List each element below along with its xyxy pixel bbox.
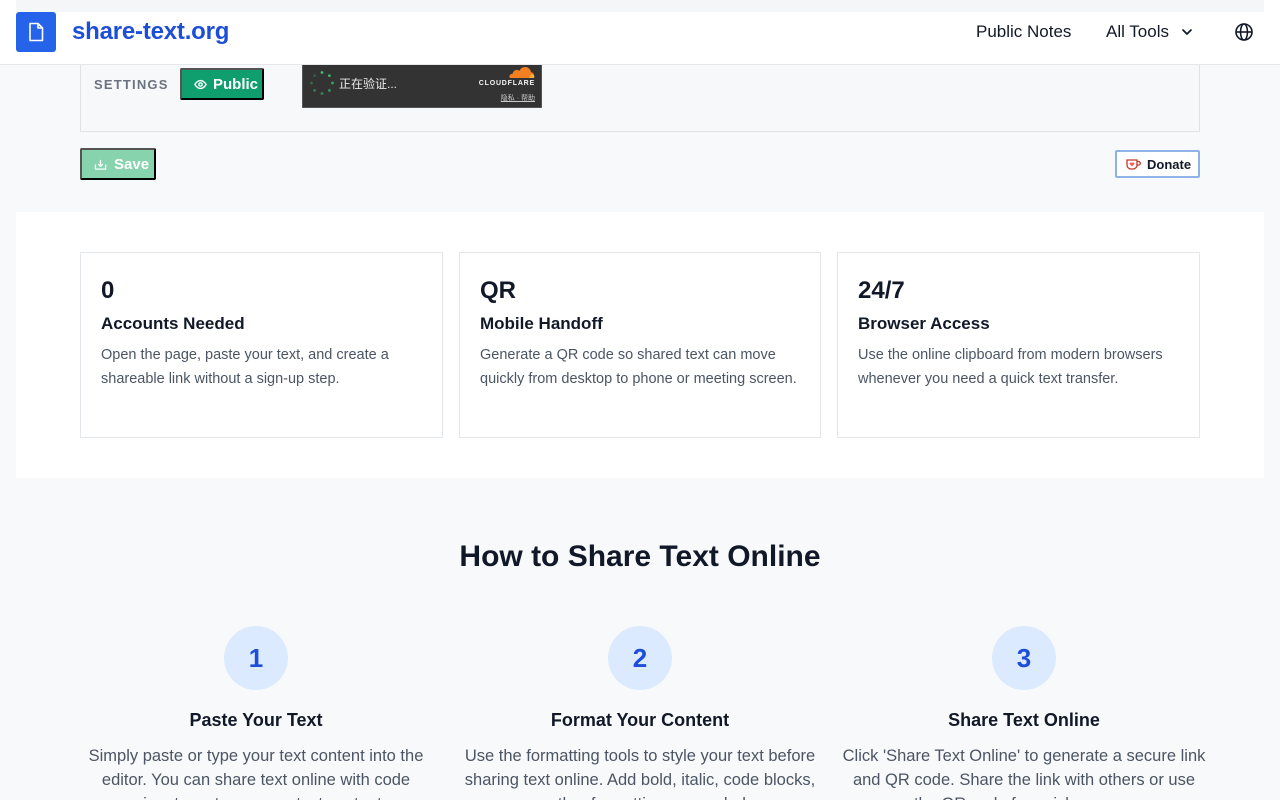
step-number-badge: 1: [224, 626, 288, 690]
cloudflare-cloud-icon: [509, 66, 535, 78]
stat-value: 24/7: [858, 277, 905, 304]
globe-icon: [1235, 23, 1253, 41]
stat-card-accounts: 0 Accounts Needed Open the page, paste y…: [80, 252, 443, 438]
stat-value: 0: [101, 277, 115, 304]
save-button[interactable]: Save: [80, 148, 156, 180]
visibility-public-button[interactable]: Public: [180, 68, 264, 100]
stat-title: Mobile Handoff: [480, 314, 603, 333]
stat-description: Open the page, paste your text, and crea…: [101, 347, 389, 387]
document-icon: [29, 22, 44, 42]
step-description: Click 'Share Text Online' to generate a …: [842, 747, 1206, 800]
nav-all-tools-dropdown[interactable]: All Tools: [1094, 10, 1216, 54]
kofi-cup-icon: [1126, 158, 1141, 170]
logo[interactable]: [16, 12, 56, 52]
chevron-down-icon: [1182, 29, 1192, 35]
site-header: share-text.org Public Notes All Tools: [0, 0, 1280, 65]
save-label: Save: [114, 155, 150, 173]
nav-public-notes[interactable]: Public Notes: [976, 22, 1071, 42]
stat-title: Accounts Needed: [101, 314, 245, 333]
language-button[interactable]: [1224, 12, 1264, 52]
stat-card-qr: QR Mobile Handoff Generate a QR code so …: [459, 252, 821, 438]
step-title: Format Your Content: [550, 710, 730, 730]
howto-step-3: 3 Share Text Online Click 'Share Text On…: [840, 626, 1208, 800]
stat-description: Generate a QR code so shared text can mo…: [480, 347, 797, 387]
stat-value: QR: [480, 277, 516, 304]
stat-title: Browser Access: [858, 314, 990, 333]
step-number-badge: 2: [608, 626, 672, 690]
howto-step-1: 1 Paste Your Text Simply paste or type y…: [72, 626, 440, 800]
step-number-badge: 3: [992, 626, 1056, 690]
howto-title: How to Share Text Online: [459, 540, 821, 573]
captcha-links[interactable]: 隐私 · 帮助: [501, 93, 535, 103]
spinner-icon: [310, 71, 334, 95]
donate-label: Donate: [1147, 156, 1192, 172]
donate-button[interactable]: Donate: [1115, 150, 1200, 178]
captcha-status: 正在验证...: [339, 77, 398, 91]
download-tray-icon: [94, 159, 107, 170]
captcha-provider-logo: CLOUDFLARE: [478, 80, 535, 87]
howto-step-2: 2 Format Your Content Use the formatting…: [456, 626, 824, 800]
stat-description: Use the online clipboard from modern bro…: [858, 347, 1163, 387]
brand-link[interactable]: share-text.org: [72, 18, 229, 46]
stat-card-browser: 24/7 Browser Access Use the online clipb…: [837, 252, 1200, 438]
eye-icon: [194, 79, 207, 89]
settings-label: SETTINGS: [94, 77, 169, 92]
visibility-public-label: Public: [213, 75, 259, 93]
step-title: Share Text Online: [948, 710, 1100, 730]
step-title: Paste Your Text: [189, 710, 323, 730]
nav-all-tools-label: All Tools: [1106, 22, 1169, 41]
step-description: Simply paste or type your text content i…: [88, 747, 424, 800]
stats-section: 0 Accounts Needed Open the page, paste y…: [16, 212, 1264, 478]
step-description: Use the formatting tools to style your t…: [464, 747, 816, 800]
